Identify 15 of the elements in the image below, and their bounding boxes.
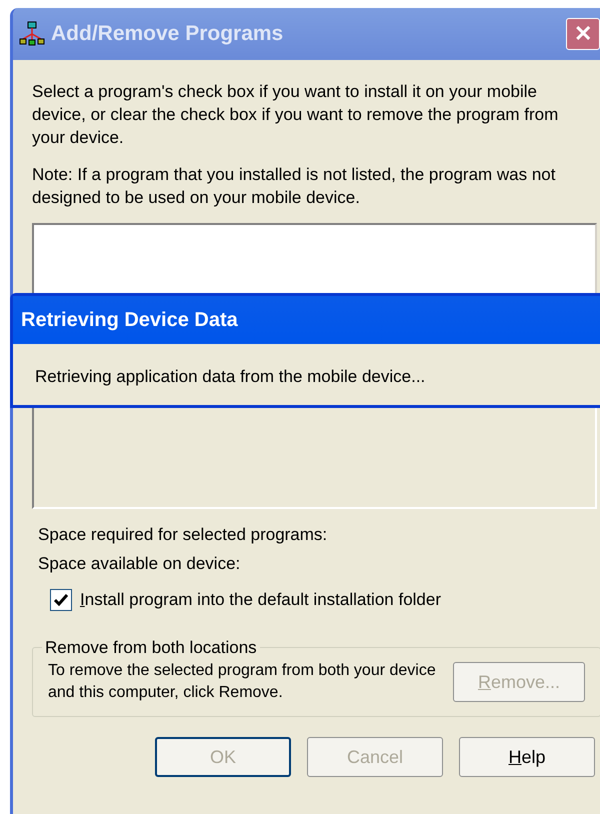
instructions-text: Select a program's check box if you want to install it on your mobile device, or clear the check box if you want to remove the program from your device. [32,81,560,149]
remove-description: To remove the selected program from both your device and this computer, click Remove. [48,661,437,703]
dialog-button[interactable]: Help [459,737,595,777]
check-icon [54,594,68,606]
network-icon [19,21,45,47]
window-title: Add/Remove Programs [51,21,284,48]
space-available-label: Space available on device: [38,553,242,575]
group-title: Remove from both locations [44,636,258,658]
progress-title: Retrieving Device Data [21,308,238,333]
install-option-label: Install program into the default installation folder [80,589,441,611]
install-checkbox[interactable] [50,588,72,611]
space-required-label: Space required for selected programs: [38,524,328,546]
close-button[interactable]: ✕ [566,18,600,50]
progress-message: Retrieving application data from the mobile device... [35,366,426,388]
note-text: Note: If a program that you installed is not listed, the program was not designed to be used on your mobile device. [32,164,556,209]
